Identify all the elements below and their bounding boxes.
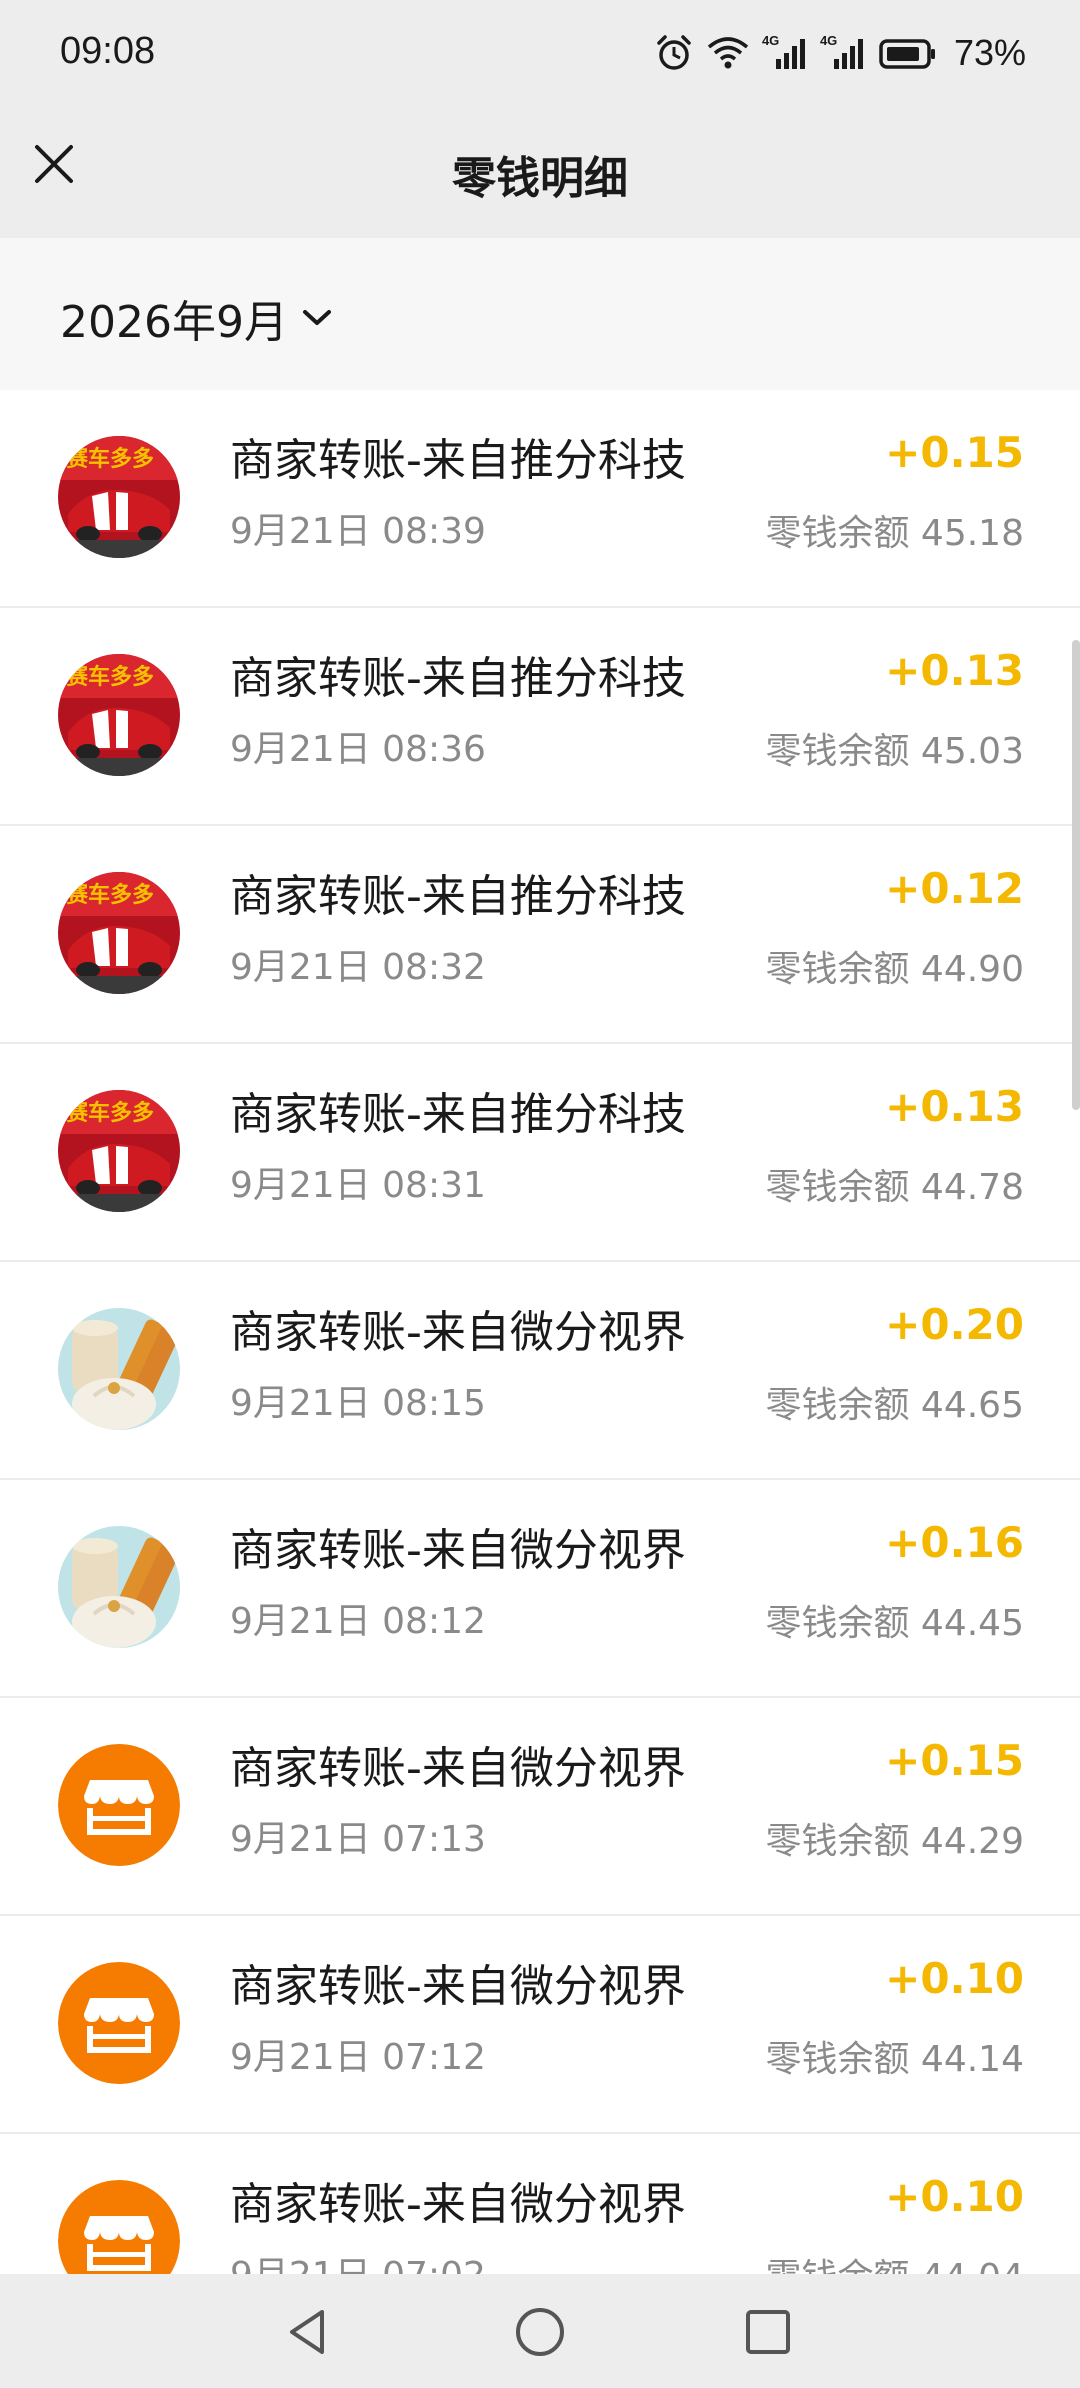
transaction-amount: +0.13 [885,646,1024,695]
transaction-balance: 零钱余额 44.29 [765,1821,1024,1862]
transaction-list: 赛车多多 商家转账-来自推分科技 9月21日 08:39 +0.15 零钱余额 45.1… [0,390,1080,2352]
title-bar: 零钱明细 [0,108,1080,238]
transaction-amount: +0.20 [885,1300,1024,1349]
racing-car-avatar: 赛车多多 [58,436,180,558]
transaction-time: 9月21日 08:12 [230,1601,486,1642]
transaction-row[interactable]: 商家转账-来自微分视界 9月21日 08:12 +0.16 零钱余额 44.45 [0,1480,1080,1698]
transaction-title: 商家转账-来自微分视界 [230,2179,686,2230]
transaction-balance: 零钱余额 44.78 [765,1167,1024,1208]
transaction-amount: +0.10 [885,2172,1024,2221]
month-label: 2026年9月 [60,297,288,348]
transaction-amount: +0.16 [885,1518,1024,1567]
status-icons: 4G 4G 73% [654,28,1026,78]
transaction-time: 9月21日 08:15 [230,1383,486,1424]
scrollbar[interactable] [1072,640,1080,1110]
transaction-title: 商家转账-来自推分科技 [230,871,686,922]
alarm-icon [654,33,694,73]
system-nav-bar [0,2274,1080,2388]
transaction-balance: 零钱余额 45.03 [765,731,1024,772]
racing-car-avatar: 赛车多多 [58,872,180,994]
transaction-row[interactable]: 赛车多多 商家转账-来自推分科技 9月21日 08:36 +0.13 零钱余额 45.0… [0,608,1080,826]
transaction-title: 商家转账-来自推分科技 [230,435,686,486]
transaction-time: 9月21日 08:39 [230,511,486,552]
racing-car-avatar: 赛车多多 [58,1090,180,1212]
network-type-label: 4G [819,33,838,48]
transaction-title: 商家转账-来自推分科技 [230,653,686,704]
transaction-title: 商家转账-来自微分视界 [230,1743,686,1794]
transaction-time: 9月21日 08:31 [230,1165,486,1206]
transaction-balance: 零钱余额 44.90 [765,949,1024,990]
transaction-amount: +0.15 [885,428,1024,477]
svg-text:赛车多多: 赛车多多 [65,446,154,472]
page-title: 零钱明细 [452,153,628,204]
transaction-balance: 零钱余额 44.14 [765,2039,1024,2080]
recents-button[interactable] [728,2292,808,2372]
status-bar: 09:08 4G 4G 73% [0,0,1080,108]
signal-icon: 4G [762,33,808,73]
shop-icon [58,1744,180,1866]
breakfast-food-avatar [58,1308,180,1430]
shop-icon [58,1962,180,2084]
transaction-title: 商家转账-来自推分科技 [230,1089,686,1140]
transaction-time: 9月21日 08:36 [230,729,486,770]
svg-text:赛车多多: 赛车多多 [65,664,154,690]
month-filter-bar: 2026年9月 [0,238,1080,390]
transaction-title: 商家转账-来自微分视界 [230,1961,686,2012]
transaction-amount: +0.13 [885,1082,1024,1131]
svg-text:赛车多多: 赛车多多 [65,882,154,908]
racing-car-avatar: 赛车多多 [58,654,180,776]
signal-icon: 4G [820,33,866,73]
transaction-time: 9月21日 07:13 [230,1819,486,1860]
home-button[interactable] [500,2292,580,2372]
transaction-row[interactable]: 商家转账-来自微分视界 9月21日 07:12 +0.10 零钱余额 44.14 [0,1916,1080,2134]
network-type-label: 4G [761,33,780,48]
back-button[interactable] [268,2292,348,2372]
month-selector[interactable]: 2026年9月 [60,286,332,350]
transaction-amount: +0.12 [885,864,1024,913]
back-triangle-icon [290,2310,324,2354]
svg-text:赛车多多: 赛车多多 [65,1100,154,1126]
chevron-down-icon [302,310,331,325]
transaction-row[interactable]: 赛车多多 商家转账-来自推分科技 9月21日 08:39 +0.15 零钱余额 45.1… [0,390,1080,608]
transaction-title: 商家转账-来自微分视界 [230,1307,686,1358]
screen: 09:08 4G 4G 73% 零钱明细 2026年9月 赛车多多 商家转账-来… [0,0,1080,2388]
recents-square-icon [746,2310,790,2354]
transaction-row[interactable]: 商家转账-来自微分视界 9月21日 08:15 +0.20 零钱余额 44.65 [0,1262,1080,1480]
transaction-row[interactable]: 商家转账-来自微分视界 9月21日 07:13 +0.15 零钱余额 44.29 [0,1698,1080,1916]
transaction-title: 商家转账-来自微分视界 [230,1525,686,1576]
transaction-balance: 零钱余额 44.65 [765,1385,1024,1426]
wifi-icon [706,33,750,73]
transaction-row[interactable]: 赛车多多 商家转账-来自推分科技 9月21日 08:31 +0.13 零钱余额 44.7… [0,1044,1080,1262]
transaction-row[interactable]: 赛车多多 商家转账-来自推分科技 9月21日 08:32 +0.12 零钱余额 44.9… [0,826,1080,1044]
transaction-amount: +0.10 [885,1954,1024,2003]
transaction-time: 9月21日 08:32 [230,947,486,988]
status-time: 09:08 [60,30,156,72]
breakfast-food-avatar [58,1526,180,1648]
transaction-amount: +0.15 [885,1736,1024,1785]
transaction-balance: 零钱余额 45.18 [765,513,1024,554]
battery-icon [878,33,938,73]
transaction-time: 9月21日 07:12 [230,2037,486,2078]
battery-percent: 73% [953,32,1026,73]
home-circle-icon [516,2308,564,2356]
transaction-balance: 零钱余额 44.45 [765,1603,1024,1644]
